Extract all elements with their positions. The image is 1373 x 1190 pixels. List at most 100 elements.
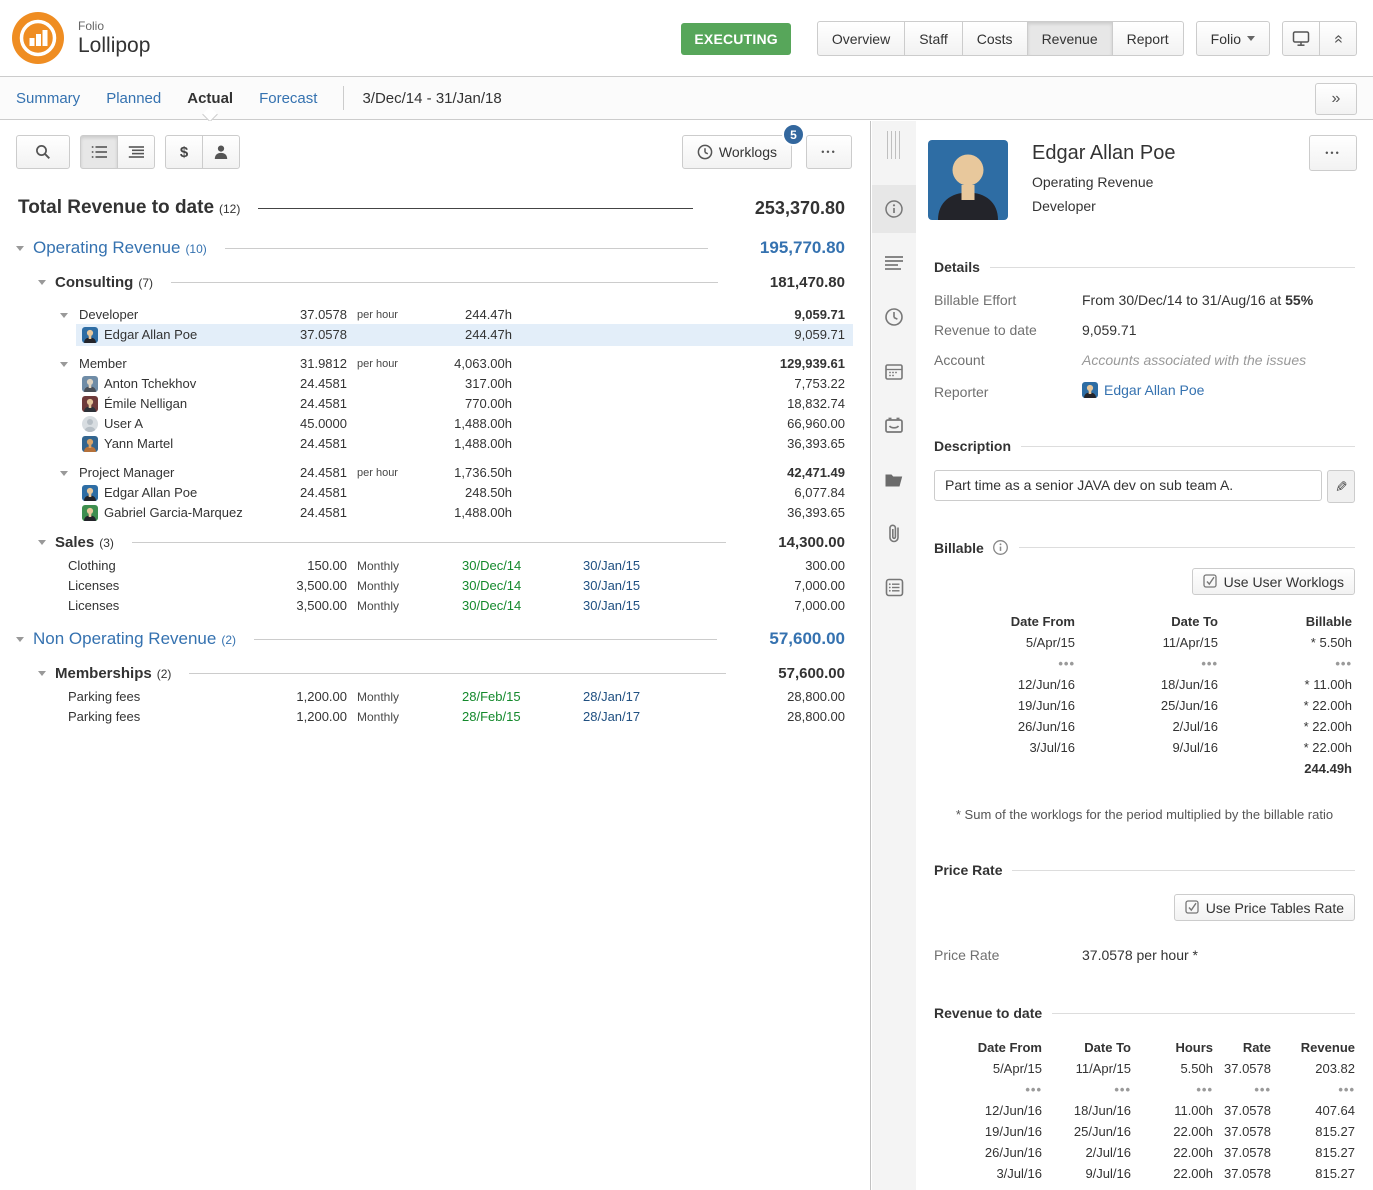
revenue-row[interactable]: Project Manager24.4581per hour1,736.50h4… <box>0 463 871 483</box>
search-button[interactable] <box>16 135 70 169</box>
subtab-summary[interactable]: Summary <box>16 90 80 107</box>
profile-more-button[interactable]: ••• <box>1309 135 1357 171</box>
avatar <box>82 416 98 432</box>
tab-staff[interactable]: Staff <box>904 21 963 56</box>
revenue-row[interactable]: Member31.9812per hour4,063.00h129,939.61 <box>0 354 871 374</box>
hours-value: 4,063.00h <box>412 354 512 374</box>
use-user-worklogs-button[interactable]: Use User Worklogs <box>1192 568 1355 595</box>
row-label: Yann Martel <box>104 434 173 454</box>
strip-description-icon[interactable] <box>872 239 916 287</box>
info-icon[interactable] <box>992 539 1009 556</box>
detail-label: Revenue to date <box>934 322 1082 338</box>
app-label: Folio <box>78 19 150 33</box>
revenue-row[interactable]: Yann Martel24.45811,488.00h36,393.65 <box>0 434 871 454</box>
revenue-row[interactable]: Edgar Allan Poe24.4581248.50h6,077.84 <box>0 483 871 503</box>
expand-rows-button[interactable]: ••• <box>1213 1079 1271 1100</box>
revenue-row[interactable]: Anton Tchekhov24.4581317.00h7,753.22 <box>0 374 871 394</box>
collapse-caret-icon[interactable] <box>16 637 24 642</box>
revenue-row[interactable]: Parking fees1,200.00Monthly28/Feb/1528/J… <box>0 707 871 727</box>
use-price-tables-rate-button[interactable]: Use Price Tables Rate <box>1174 894 1355 921</box>
collapse-caret-icon[interactable] <box>38 280 46 285</box>
row-label: Edgar Allan Poe <box>104 325 197 345</box>
expand-rows-button[interactable]: ••• <box>1271 1079 1355 1100</box>
expand-rows-button[interactable]: ••• <box>944 653 1075 674</box>
expand-rows-button[interactable]: ••• <box>1042 1079 1131 1100</box>
detail-value: Edgar Allan Poe <box>1082 382 1355 401</box>
collapse-caret-icon[interactable] <box>38 540 46 545</box>
expand-rows-button[interactable]: ••• <box>942 1079 1042 1100</box>
edit-description-button[interactable]: ✎ <box>1327 470 1355 503</box>
revenue-row[interactable]: Edgar Allan Poe37.0578244.47h9,059.71 <box>0 325 871 345</box>
strip-paperclip-icon[interactable] <box>872 509 916 557</box>
profile-role: Developer <box>1032 198 1355 214</box>
row-amount: 28,800.00 <box>787 707 845 727</box>
strip-clock-icon[interactable] <box>872 293 916 341</box>
date-from: 28/Feb/15 <box>462 707 521 727</box>
subtab-planned[interactable]: Planned <box>106 90 161 107</box>
revenue-row[interactable]: Licenses3,500.00Monthly30/Dec/1430/Jan/1… <box>0 576 871 596</box>
worklogs-button[interactable]: Worklogs <box>682 135 792 169</box>
folio-menu-button[interactable]: Folio <box>1196 21 1270 56</box>
date-to: 30/Jan/15 <box>583 556 640 576</box>
drag-handle[interactable] <box>887 131 901 159</box>
currency-view-button[interactable]: $ <box>165 135 203 169</box>
strip-list-icon[interactable] <box>872 563 916 611</box>
billable-cell: * 22.00h <box>1218 716 1352 737</box>
presentation-mode-button[interactable] <box>1282 21 1320 56</box>
tab-costs[interactable]: Costs <box>962 21 1028 56</box>
strip-folder-icon[interactable] <box>872 455 916 503</box>
revenue-row[interactable]: Memberships(2)57,600.00 <box>0 660 871 687</box>
expand-rows-button[interactable]: ••• <box>1075 653 1218 674</box>
revenue-cell: 37.0578 <box>1213 1058 1271 1079</box>
price-rate-label: Price Rate <box>934 947 1082 963</box>
revenue-row[interactable]: Gabriel Garcia-Marquez24.45811,488.00h36… <box>0 503 871 523</box>
flat-list-view-button[interactable] <box>80 135 118 169</box>
revenue-cell: 203.82 <box>1271 1058 1355 1079</box>
subtab-actual[interactable]: Actual <box>187 90 233 107</box>
tab-revenue[interactable]: Revenue <box>1027 21 1113 56</box>
revenue-row[interactable]: Operating Revenue(10)195,770.80 <box>0 233 871 263</box>
revenue-row[interactable]: Émile Nelligan24.4581770.00h18,832.74 <box>0 394 871 414</box>
row-amount: 7,000.00 <box>794 576 845 596</box>
revenue-row[interactable]: Parking fees1,200.00Monthly28/Feb/1528/J… <box>0 687 871 707</box>
expand-rows-button[interactable]: ••• <box>1218 653 1352 674</box>
expand-rows-button[interactable]: ••• <box>1131 1079 1213 1100</box>
profile-category: Operating Revenue <box>1032 174 1355 190</box>
collapse-caret-icon[interactable] <box>60 313 68 318</box>
expand-panel-button[interactable]: » <box>1315 83 1357 115</box>
strip-tray-icon[interactable] <box>872 401 916 449</box>
tab-report[interactable]: Report <box>1112 21 1184 56</box>
revenue-row[interactable]: Clothing150.00Monthly30/Dec/1430/Jan/153… <box>0 556 871 576</box>
revenue-row[interactable]: Licenses3,500.00Monthly30/Dec/1430/Jan/1… <box>0 596 871 616</box>
row-amount: 66,960.00 <box>787 414 845 434</box>
revenue-row[interactable]: User A45.00001,488.00h66,960.00 <box>0 414 871 434</box>
reporter-link[interactable]: Edgar Allan Poe <box>1082 382 1204 398</box>
revenue-row[interactable]: Total Revenue to date(12)253,370.80 <box>0 191 871 225</box>
collapse-caret-icon[interactable] <box>60 362 68 367</box>
revenue-row[interactable]: Developer37.0578per hour244.47h9,059.71 <box>0 305 871 325</box>
rate-unit: Monthly <box>357 556 399 576</box>
revenue-col-header: Date From <box>942 1037 1042 1058</box>
tree-view-button[interactable] <box>117 135 155 169</box>
monitor-icon <box>1292 30 1310 47</box>
collapse-caret-icon[interactable] <box>60 471 68 476</box>
description-field[interactable]: Part time as a senior JAVA dev on sub te… <box>934 470 1322 501</box>
date-range[interactable]: 3/Dec/14 - 31/Jan/18 <box>362 90 501 107</box>
app-header: Folio Lollipop EXECUTING OverviewStaffCo… <box>0 0 1373 77</box>
price-rate-heading: Price Rate <box>934 862 1355 878</box>
collapse-caret-icon[interactable] <box>38 671 46 676</box>
collapse-header-button[interactable]: » <box>1319 21 1357 56</box>
detail-row: Revenue to date9,059.71 <box>934 315 1355 345</box>
date-to: 28/Jan/17 <box>583 707 640 727</box>
tab-overview[interactable]: Overview <box>817 21 905 56</box>
people-view-button[interactable] <box>202 135 240 169</box>
more-options-button[interactable]: ••• <box>806 135 852 169</box>
revenue-cell: 37.0578 <box>1213 1121 1271 1142</box>
revenue-row[interactable]: Consulting(7)181,470.80 <box>0 269 871 296</box>
strip-info-icon[interactable] <box>872 185 916 233</box>
collapse-caret-icon[interactable] <box>16 246 24 251</box>
revenue-row[interactable]: Non Operating Revenue(2)57,600.00 <box>0 624 871 654</box>
strip-calendar-icon[interactable] <box>872 347 916 395</box>
subtab-forecast[interactable]: Forecast <box>259 90 317 107</box>
revenue-row[interactable]: Sales(3)14,300.00 <box>0 529 871 556</box>
